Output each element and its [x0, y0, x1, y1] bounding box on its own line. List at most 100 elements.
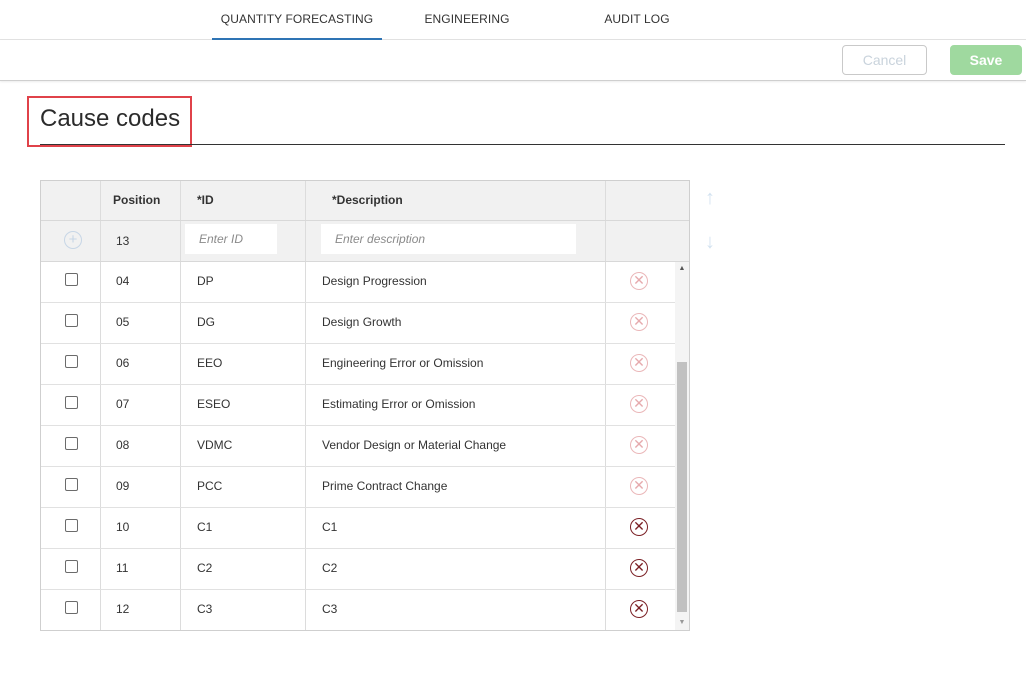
new-row-actions-cell: [606, 221, 689, 261]
table-row[interactable]: 05 DG Design Growth ✕: [41, 303, 675, 344]
row-select-cell: [41, 385, 101, 425]
header-description[interactable]: *Description: [306, 181, 606, 220]
table-row[interactable]: 10 C1 C1 ✕: [41, 508, 675, 549]
row-checkbox[interactable]: [65, 560, 78, 573]
close-circle-icon[interactable]: ✕: [630, 272, 648, 290]
row-select-cell: [41, 590, 101, 630]
row-checkbox[interactable]: [65, 519, 78, 532]
row-id[interactable]: C3: [181, 590, 306, 630]
close-circle-icon[interactable]: ✕: [630, 559, 648, 577]
row-description[interactable]: C3: [306, 590, 606, 630]
new-row: + 13: [41, 221, 689, 262]
grid-header-row: Position *ID *Description: [41, 181, 689, 221]
row-id[interactable]: DP: [181, 262, 306, 302]
row-checkbox[interactable]: [65, 601, 78, 614]
row-position: 05: [101, 303, 181, 343]
close-circle-icon[interactable]: ✕: [630, 518, 648, 536]
row-checkbox[interactable]: [65, 273, 78, 286]
row-position: 11: [101, 549, 181, 589]
row-id[interactable]: VDMC: [181, 426, 306, 466]
table-row[interactable]: 08 VDMC Vendor Design or Material Change ✕: [41, 426, 675, 467]
table-row[interactable]: 07 ESEO Estimating Error or Omission ✕: [41, 385, 675, 426]
table-row[interactable]: 12 C3 C3 ✕: [41, 590, 675, 630]
row-position: 06: [101, 344, 181, 384]
row-actions-cell: ✕: [606, 262, 675, 302]
id-input[interactable]: [185, 224, 277, 254]
close-circle-icon[interactable]: ✕: [630, 477, 648, 495]
new-row-id-cell: [181, 221, 306, 261]
action-toolbar: Cancel Save: [0, 40, 1026, 81]
row-actions-cell: ✕: [606, 590, 675, 630]
row-position: 12: [101, 590, 181, 630]
row-actions-cell: ✕: [606, 549, 675, 589]
row-id[interactable]: C2: [181, 549, 306, 589]
top-tab-bar: QUANTITY FORECASTING ENGINEERING AUDIT L…: [0, 0, 1026, 40]
row-select-cell: [41, 262, 101, 302]
cancel-button[interactable]: Cancel: [842, 45, 927, 75]
row-actions-cell: ✕: [606, 508, 675, 548]
scroll-down-icon[interactable]: ▼: [675, 616, 689, 630]
title-divider: [40, 144, 1005, 145]
row-id[interactable]: PCC: [181, 467, 306, 507]
row-description[interactable]: Estimating Error or Omission: [306, 385, 606, 425]
row-select-cell: [41, 508, 101, 548]
row-description[interactable]: Engineering Error or Omission: [306, 344, 606, 384]
row-select-cell: [41, 303, 101, 343]
row-actions-cell: ✕: [606, 303, 675, 343]
close-circle-icon[interactable]: ✕: [630, 313, 648, 331]
new-row-position: 13: [101, 221, 181, 261]
new-row-add-cell: +: [41, 221, 101, 261]
row-position: 10: [101, 508, 181, 548]
table-row[interactable]: 04 DP Design Progression ✕: [41, 262, 675, 303]
description-input[interactable]: [321, 224, 576, 254]
grid-scrollbar[interactable]: ▲ ▼: [675, 262, 689, 630]
row-actions-cell: ✕: [606, 344, 675, 384]
row-select-cell: [41, 426, 101, 466]
close-circle-icon[interactable]: ✕: [630, 354, 648, 372]
header-position[interactable]: Position: [101, 181, 181, 220]
row-checkbox[interactable]: [65, 396, 78, 409]
save-button[interactable]: Save: [950, 45, 1022, 75]
row-description[interactable]: C2: [306, 549, 606, 589]
new-row-description-cell: [306, 221, 606, 261]
row-id[interactable]: DG: [181, 303, 306, 343]
row-position: 09: [101, 467, 181, 507]
row-description[interactable]: Prime Contract Change: [306, 467, 606, 507]
row-select-cell: [41, 344, 101, 384]
row-position: 08: [101, 426, 181, 466]
row-description[interactable]: Design Progression: [306, 262, 606, 302]
close-circle-icon[interactable]: ✕: [630, 395, 648, 413]
tab-quantity-forecasting[interactable]: QUANTITY FORECASTING: [212, 0, 382, 40]
plus-circle-icon[interactable]: +: [64, 231, 82, 249]
row-checkbox[interactable]: [65, 314, 78, 327]
scroll-up-icon[interactable]: ▲: [675, 262, 689, 276]
row-actions-cell: ✕: [606, 385, 675, 425]
close-circle-icon[interactable]: ✕: [630, 436, 648, 454]
table-row[interactable]: 11 C2 C2 ✕: [41, 549, 675, 590]
row-checkbox[interactable]: [65, 478, 78, 491]
row-id[interactable]: EEO: [181, 344, 306, 384]
header-id[interactable]: *ID: [181, 181, 306, 220]
close-circle-icon[interactable]: ✕: [630, 600, 648, 618]
scrollbar-thumb[interactable]: [677, 362, 687, 612]
grid-body[interactable]: 12 C3 C3 ✕ 11 C2 C2 ✕ 10 C1 C1 ✕ 09 PCC Prime Contract…: [41, 262, 689, 630]
row-id[interactable]: ESEO: [181, 385, 306, 425]
row-select-cell: [41, 467, 101, 507]
row-actions-cell: ✕: [606, 467, 675, 507]
row-checkbox[interactable]: [65, 355, 78, 368]
row-description[interactable]: Vendor Design or Material Change: [306, 426, 606, 466]
row-id[interactable]: C1: [181, 508, 306, 548]
arrow-down-icon[interactable]: ↓: [702, 231, 718, 253]
tab-audit-log[interactable]: AUDIT LOG: [582, 0, 692, 40]
table-row[interactable]: 09 PCC Prime Contract Change ✕: [41, 467, 675, 508]
row-description[interactable]: C1: [306, 508, 606, 548]
page-title: Cause codes: [40, 105, 181, 132]
table-row[interactable]: 06 EEO Engineering Error or Omission ✕: [41, 344, 675, 385]
row-description[interactable]: Design Growth: [306, 303, 606, 343]
row-checkbox[interactable]: [65, 437, 78, 450]
row-actions-cell: ✕: [606, 426, 675, 466]
arrow-up-icon[interactable]: ↑: [702, 187, 718, 209]
tab-engineering[interactable]: ENGINEERING: [412, 0, 522, 40]
cause-codes-grid: Position *ID *Description + 13 12C3C3✕11…: [40, 180, 690, 631]
header-select-column: [41, 181, 101, 220]
